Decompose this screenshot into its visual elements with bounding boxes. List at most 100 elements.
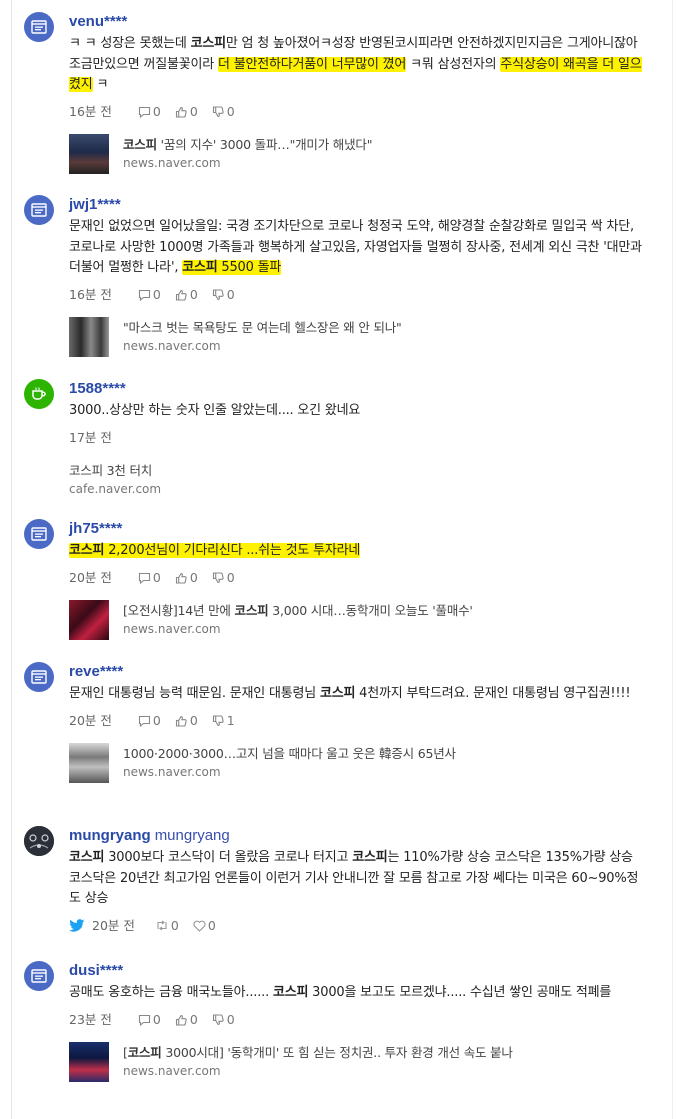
blog-icon	[31, 969, 47, 983]
cafe-cup-icon	[32, 387, 46, 400]
link-title[interactable]: [오전시황]14년 만에 코스피 3,000 시대…동학개미 오늘도 '풀매수'	[123, 602, 473, 620]
link-thumbnail[interactable]	[69, 742, 109, 783]
twitter-bird-icon	[69, 919, 85, 932]
username[interactable]: 1588****	[69, 379, 644, 399]
dislike-button[interactable]: 0	[212, 285, 235, 305]
link-title[interactable]: 코스피 '꿈의 지수' 3000 돌파…"개미가 해냈다"	[123, 136, 372, 154]
link-preview[interactable]: [오전시황]14년 만에 코스피 3,000 시대…동학개미 오늘도 '풀매수'…	[69, 599, 644, 640]
display-name: mungryang	[154, 827, 230, 844]
link-domain: news.naver.com	[123, 764, 221, 779]
thumb-down-icon	[212, 288, 224, 300]
username[interactable]: reve****	[69, 662, 644, 682]
profile-photo-icon	[24, 826, 54, 856]
reply-button[interactable]: 0	[138, 1010, 161, 1030]
username[interactable]: dusi****	[69, 961, 644, 981]
timestamp: 17분 전	[69, 429, 112, 445]
heart-icon	[193, 920, 206, 932]
link-preview[interactable]: "마스크 벗는 목욕탕도 문 여는데 헬스장은 왜 안 되나" news.nav…	[69, 316, 644, 357]
blog-avatar[interactable]	[24, 961, 54, 991]
like-button[interactable]: 0	[175, 102, 198, 122]
dislike-button[interactable]: 1	[212, 711, 235, 731]
link-thumbnail[interactable]	[69, 599, 109, 640]
left-border	[11, 0, 12, 1119]
username[interactable]: mungryang mungryang	[69, 826, 644, 846]
comment-icon	[138, 106, 150, 118]
comment-icon	[138, 715, 150, 727]
highlight: 코스피 2,200선님이 기다리신다 ...쉬는 것도 투자라네	[69, 543, 361, 558]
reply-button[interactable]: 0	[138, 568, 161, 588]
link-domain: news.naver.com	[123, 155, 221, 170]
post-meta: 23분 전 0 0 0	[69, 1010, 644, 1030]
retweet-icon	[157, 920, 167, 931]
thumb-down-icon	[212, 714, 224, 726]
thumb-down-icon	[212, 105, 224, 117]
highlight: 코스피 5500 돌파	[182, 260, 282, 275]
retweet-button[interactable]: 0	[155, 916, 179, 936]
link-preview[interactable]: 코스피 3천 터치 cafe.naver.com	[69, 460, 644, 500]
link-thumbnail[interactable]	[69, 316, 109, 357]
thumb-down-icon	[212, 571, 224, 583]
timestamp: 20분 전	[69, 712, 112, 728]
blog-icon	[31, 203, 47, 217]
post-meta: 16분 전 0 0 0	[69, 285, 644, 305]
timestamp: 16분 전	[69, 286, 112, 302]
thumb-down-icon	[212, 1013, 224, 1025]
like-button[interactable]: 0	[175, 711, 198, 731]
blog-avatar[interactable]	[24, 12, 54, 42]
link-title[interactable]: 1000·2000·3000…고지 넘을 때마다 울고 웃은 韓증시 65년사	[123, 745, 456, 763]
like-button[interactable]: 0	[175, 568, 198, 588]
reply-button[interactable]: 0	[138, 285, 161, 305]
thumb-up-icon	[175, 1014, 187, 1026]
post-meta: 20분 전 0 0 1	[69, 711, 644, 731]
like-button[interactable]: 0	[175, 1010, 198, 1030]
blog-icon	[31, 670, 47, 684]
post-text: 공매도 옹호하는 금융 매국노들아...... 코스피 3000을 보고도 모르…	[69, 985, 612, 1000]
reply-button[interactable]: 0	[138, 711, 161, 731]
link-domain: news.naver.com	[123, 1063, 221, 1078]
timestamp: 20분 전	[92, 917, 135, 933]
thumb-up-icon	[175, 289, 187, 301]
post-text: ㅋ ㅋ 성장은 못했는데 코스피만 엄 청 높아졌어ㅋ성장 반영된코시피라면 안…	[69, 36, 642, 92]
link-title[interactable]: "마스크 벗는 목욕탕도 문 여는데 헬스장은 왜 안 되나"	[123, 319, 402, 337]
post-text: 코스피 3000보다 코스닥이 더 올랐음 코로나 터지고 코스피는 110%가…	[69, 850, 639, 906]
username[interactable]: jh75****	[69, 519, 644, 539]
thumb-up-icon	[175, 106, 187, 118]
timestamp: 16분 전	[69, 103, 112, 119]
highlight: 더 불안전하다거품이 너무많이 꼈어	[218, 56, 407, 72]
avatar[interactable]	[24, 826, 54, 856]
blog-avatar[interactable]	[24, 195, 54, 225]
post-text: 문재인 대통령님 능력 때문임. 문재인 대통령님 코스피 4천까지 부탁드려요…	[69, 686, 631, 701]
like-button[interactable]: 0	[175, 285, 198, 305]
timestamp: 20분 전	[69, 569, 112, 585]
dislike-button[interactable]: 0	[212, 1010, 235, 1030]
blog-avatar[interactable]	[24, 662, 54, 692]
blog-icon	[31, 20, 47, 34]
thumb-up-icon	[175, 715, 187, 727]
link-preview[interactable]: [코스피 3000시대] '동학개미' 또 힘 싣는 정치권.. 투자 환경 개…	[69, 1041, 644, 1082]
link-thumbnail[interactable]	[69, 133, 109, 174]
right-border	[672, 0, 673, 1119]
post-meta: 20분 전 0 0 0	[69, 568, 644, 588]
post-text: 코스피 2,200선님이 기다리신다 ...쉬는 것도 투자라네	[69, 541, 644, 562]
post-meta: 20분 전 0 0	[69, 916, 644, 936]
link-thumbnail[interactable]	[69, 1041, 109, 1082]
link-domain: news.naver.com	[123, 338, 221, 353]
link-preview[interactable]: 1000·2000·3000…고지 넘을 때마다 울고 웃은 韓증시 65년사 …	[69, 742, 644, 783]
reply-button[interactable]: 0	[138, 102, 161, 122]
username[interactable]: venu****	[69, 12, 644, 32]
link-title[interactable]: [코스피 3000시대] '동학개미' 또 힘 싣는 정치권.. 투자 환경 개…	[123, 1044, 513, 1062]
comment-icon	[138, 1014, 150, 1026]
link-preview[interactable]: 코스피 '꿈의 지수' 3000 돌파…"개미가 해냈다" news.naver…	[69, 133, 644, 174]
post-text: 3000..상상만 하는 숫자 인줄 알았는데.... 오긴 왔네요	[69, 403, 361, 418]
dislike-button[interactable]: 0	[212, 568, 235, 588]
timestamp: 23분 전	[69, 1011, 112, 1027]
username[interactable]: jwj1****	[69, 195, 644, 215]
heart-button[interactable]: 0	[193, 916, 216, 936]
cafe-avatar[interactable]	[24, 379, 54, 409]
thumb-up-icon	[175, 572, 187, 584]
comment-icon	[138, 289, 150, 301]
post-meta: 17분 전	[69, 428, 644, 448]
blog-avatar[interactable]	[24, 519, 54, 549]
link-title[interactable]: 코스피 3천 터치	[69, 462, 161, 480]
dislike-button[interactable]: 0	[212, 102, 235, 122]
